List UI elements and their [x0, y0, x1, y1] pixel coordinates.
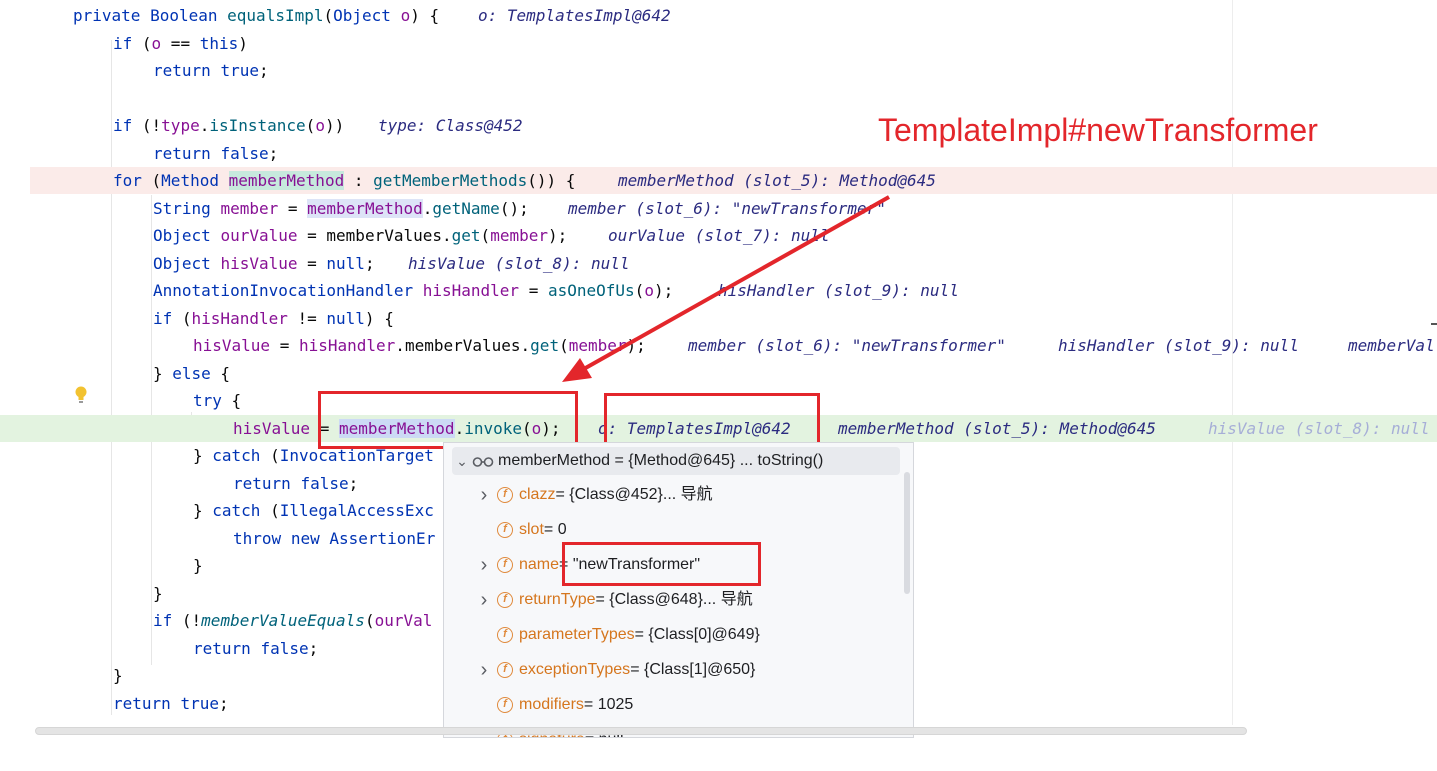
annotation-box-o-value [604, 393, 820, 446]
field-name: modifiers [519, 696, 584, 713]
field-value: = {Class@452} [555, 486, 663, 503]
popup-scrollbar[interactable] [904, 472, 910, 594]
popup-field-row[interactable]: › f exceptionTypes = {Class[1]@650} [444, 656, 904, 684]
chevron-down-icon[interactable]: ⌄ [456, 447, 468, 475]
popup-field-row[interactable]: f modifiers = 1025 [444, 691, 904, 719]
popup-field-row[interactable]: f slot = 0 [444, 516, 904, 544]
navigate-link[interactable]: ... 导航 [663, 481, 713, 509]
annotation-box-invoke [318, 391, 578, 449]
field-value: = {Class[0]@649} [634, 626, 760, 643]
popup-var-name: memberMethod [498, 452, 611, 469]
chevron-right-icon[interactable]: › [478, 586, 490, 614]
field-name: slot [519, 521, 544, 538]
variable-inspector-popup[interactable]: ⌄ memberMethod = {Method@645} ... toStri… [443, 442, 914, 738]
field-icon: f [497, 697, 513, 713]
field-value: = 0 [543, 521, 567, 538]
navigate-link[interactable]: ... 导航 [703, 586, 753, 614]
annotation-box-name-field [562, 542, 761, 586]
field-value: = {Class[1]@650} [630, 661, 756, 678]
field-value: = 1025 [583, 696, 634, 713]
field-value: = {Class@648} [595, 591, 703, 608]
field-icon: f [497, 487, 513, 503]
horizontal-scrollbar[interactable] [35, 727, 1247, 735]
field-name: parameterTypes [519, 626, 635, 643]
field-icon: f [497, 627, 513, 643]
watch-glasses-icon [472, 447, 494, 484]
field-name: returnType [519, 591, 596, 608]
chevron-right-icon[interactable]: › [478, 656, 490, 684]
field-name: exceptionTypes [519, 661, 631, 678]
popup-field-row[interactable]: f parameterTypes = {Class[0]@649} [444, 621, 904, 649]
field-name: name [519, 556, 560, 573]
field-icon: f [497, 662, 513, 678]
field-icon: f [497, 557, 513, 573]
field-name: clazz [519, 486, 556, 503]
popup-field-row[interactable]: › f clazz = {Class@452} ... 导航 [444, 481, 904, 509]
chevron-right-icon[interactable]: › [478, 481, 490, 509]
popup-header[interactable]: ⌄ memberMethod = {Method@645} ... toStri… [444, 447, 904, 475]
popup-var-value: {Method@645} [628, 452, 736, 469]
to-string-link[interactable]: ... toString() [735, 452, 824, 469]
popup-field-row[interactable]: › f returnType = {Class@648} ... 导航 [444, 586, 904, 614]
popup-eq: = [610, 452, 629, 469]
field-icon: f [497, 592, 513, 608]
field-icon: f [497, 522, 513, 538]
chevron-right-icon[interactable]: › [478, 551, 490, 579]
